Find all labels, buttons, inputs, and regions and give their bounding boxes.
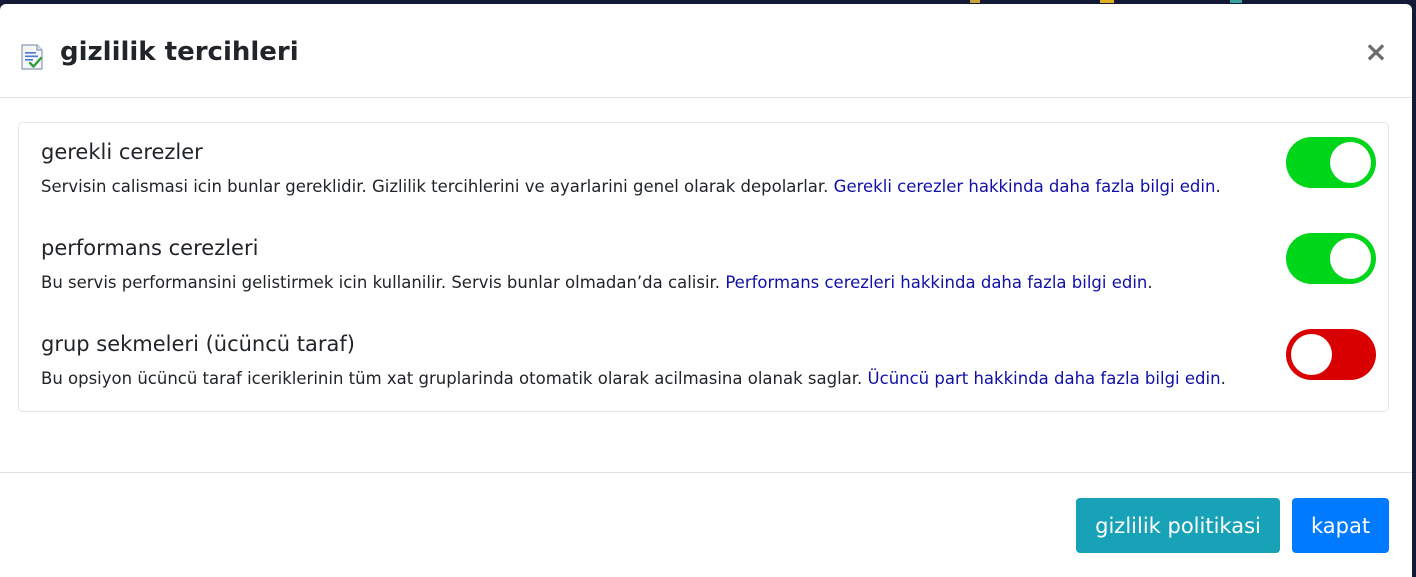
close-icon[interactable]: × <box>1360 36 1392 68</box>
dialog-footer: gizlilik politikasi kapat <box>0 472 1412 577</box>
close-button[interactable]: kapat <box>1292 498 1389 553</box>
setting-title: performans cerezleri <box>41 236 259 260</box>
link-suffix: . <box>1215 177 1221 196</box>
setting-group-tabs: grup sekmeleri (ücüncü taraf) Bu opsiyon… <box>41 329 1381 409</box>
toggle-knob <box>1291 334 1332 375</box>
description-text: Bu opsiyon ücüncü taraf iceriklerinin tü… <box>41 369 863 388</box>
link-suffix: . <box>1220 369 1226 388</box>
document-check-icon <box>21 44 43 70</box>
description-text: Bu servis performansini gelistirmek icin… <box>41 273 721 292</box>
dialog-header: gizlilik tercihleri × <box>0 4 1412 98</box>
group-tabs-toggle[interactable] <box>1286 329 1376 380</box>
setting-required-cookies: gerekli cerezler Servisin calismasi icin… <box>41 137 1381 217</box>
privacy-policy-button[interactable]: gizlilik politikasi <box>1076 498 1280 553</box>
learn-more-link[interactable]: Performans cerezleri hakkinda daha fazla… <box>725 273 1147 292</box>
toggle-knob <box>1330 238 1371 279</box>
learn-more-link[interactable]: Ücüncü part hakkinda daha fazla bilgi ed… <box>868 369 1221 388</box>
required-cookies-toggle[interactable] <box>1286 137 1376 188</box>
description-text: Servisin calismasi icin bunlar gereklidi… <box>41 177 829 196</box>
link-suffix: . <box>1147 273 1153 292</box>
setting-performance-cookies: performans cerezleri Bu servis performan… <box>41 233 1381 313</box>
setting-title: gerekli cerezler <box>41 140 203 164</box>
setting-description: Bu servis performansini gelistirmek icin… <box>41 271 1153 295</box>
dialog-title: gizlilik tercihleri <box>60 37 299 67</box>
cookie-settings-card: gerekli cerezler Servisin calismasi icin… <box>18 122 1389 412</box>
setting-title: grup sekmeleri (ücüncü taraf) <box>41 332 355 356</box>
learn-more-link[interactable]: Gerekli cerezler hakkinda daha fazla bil… <box>834 177 1216 196</box>
performance-cookies-toggle[interactable] <box>1286 233 1376 284</box>
toggle-knob <box>1330 142 1371 183</box>
setting-description: Bu opsiyon ücüncü taraf iceriklerinin tü… <box>41 367 1226 391</box>
setting-description: Servisin calismasi icin bunlar gereklidi… <box>41 175 1221 199</box>
privacy-preferences-dialog: gizlilik tercihleri × gerekli cerezler S… <box>0 4 1412 577</box>
